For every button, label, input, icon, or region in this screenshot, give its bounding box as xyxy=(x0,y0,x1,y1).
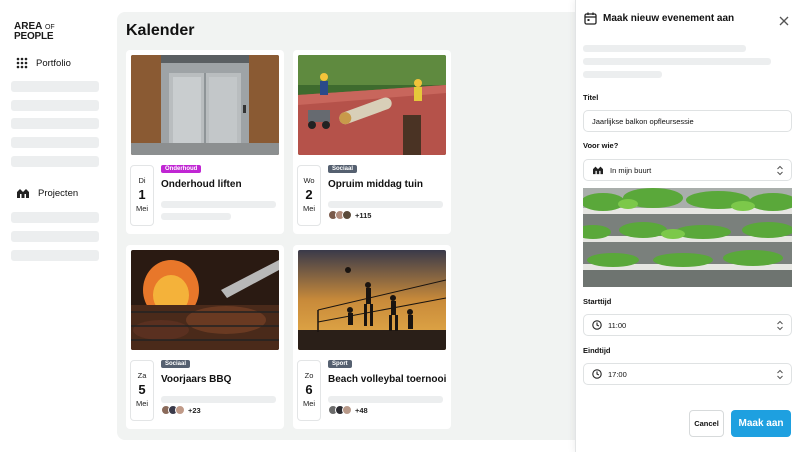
event-placeholder xyxy=(328,396,443,403)
clock-icon xyxy=(592,369,602,379)
sidebar-placeholder xyxy=(11,81,99,92)
avatar xyxy=(342,405,352,415)
attendee-avatars[interactable]: +48 xyxy=(328,405,368,415)
sidebar: AREA OF PEOPLE Portfolio Projecten xyxy=(0,0,112,452)
audience-select-value: In mijn buurt xyxy=(610,165,652,175)
logo[interactable]: AREA OF PEOPLE xyxy=(14,22,55,42)
event-card[interactable]: Za 5 Mei Sociaal Voorjaars BBQ +23 xyxy=(126,245,284,429)
panel-title: Maak nieuw evenement aan xyxy=(603,13,735,24)
page-title: Kalender xyxy=(126,22,195,39)
event-month: Mei xyxy=(302,204,316,213)
event-day: 5 xyxy=(138,382,146,397)
event-placeholder xyxy=(161,396,276,403)
title-input-value: Jaarlijkse balkon opfleursessie xyxy=(592,116,694,126)
event-date: Di 1 Mei xyxy=(130,165,154,226)
sidebar-placeholder xyxy=(11,156,99,167)
audience-select[interactable]: In mijn buurt xyxy=(583,159,792,181)
event-weekday: Zo xyxy=(304,371,314,380)
event-title: Onderhoud liften xyxy=(161,179,242,190)
category-badge: Onderhoud xyxy=(161,165,202,173)
sidebar-placeholder xyxy=(11,118,99,129)
start-time-label: Starttijd xyxy=(583,297,612,306)
event-card[interactable]: Di 1 Mei Onderhoud Onderhoud liften xyxy=(126,50,284,234)
clock-icon xyxy=(592,320,602,330)
chevron-updown-icon xyxy=(776,165,784,178)
end-time-select[interactable]: 17:00 xyxy=(583,363,792,385)
event-day: 1 xyxy=(138,187,146,202)
audience-label: Voor wie? xyxy=(583,141,619,150)
attendee-avatars[interactable]: +23 xyxy=(161,405,201,415)
event-month: Mei xyxy=(302,399,316,408)
event-placeholder xyxy=(161,213,231,220)
panel-header: Maak nieuw evenement aan xyxy=(584,12,734,25)
attendee-count: +48 xyxy=(355,405,368,415)
event-title: Beach volleybal toernooi xyxy=(328,374,447,385)
attendee-count: +23 xyxy=(188,405,201,415)
grid-icon xyxy=(16,57,28,69)
event-card[interactable]: Wo 2 Mei Sociaal Opruim middag tuin +115 xyxy=(293,50,451,234)
event-month: Mei xyxy=(135,204,149,213)
sidebar-item-label: Portfolio xyxy=(36,57,71,69)
category-badge: Sport xyxy=(328,360,352,368)
sidebar-placeholder xyxy=(11,100,99,111)
logo-of: OF xyxy=(44,24,55,31)
event-weekday: Za xyxy=(137,371,147,380)
event-weekday: Wo xyxy=(303,176,315,185)
event-day: 2 xyxy=(305,187,313,202)
create-button[interactable]: Maak aan xyxy=(731,410,791,437)
close-icon[interactable] xyxy=(778,14,790,26)
buildings-icon xyxy=(592,165,604,175)
chevron-updown-icon xyxy=(776,320,784,333)
panel-placeholder xyxy=(583,71,662,78)
create-event-panel: Maak nieuw evenement aan Titel Jaarlijks… xyxy=(575,0,800,452)
calendar-icon xyxy=(584,12,597,25)
sidebar-item-projecten[interactable]: Projecten xyxy=(16,187,78,199)
sidebar-placeholder xyxy=(11,231,99,242)
sidebar-item-portfolio[interactable]: Portfolio xyxy=(16,57,71,69)
buildings-icon xyxy=(16,187,30,199)
event-photo-beach-volleyball xyxy=(298,250,446,350)
event-date: Zo 6 Mei xyxy=(297,360,321,421)
panel-placeholder xyxy=(583,58,771,65)
category-badge: Sociaal xyxy=(161,360,191,368)
attendee-avatars[interactable]: +115 xyxy=(328,210,371,220)
event-title: Opruim middag tuin xyxy=(328,179,423,190)
event-date: Za 5 Mei xyxy=(130,360,154,421)
chevron-updown-icon xyxy=(776,369,784,382)
avatar xyxy=(342,210,352,220)
logo-line2: PEOPLE xyxy=(14,31,54,42)
event-month: Mei xyxy=(135,399,149,408)
cancel-button[interactable]: Cancel xyxy=(689,410,724,437)
event-day: 6 xyxy=(305,382,313,397)
event-photo-garden-workers xyxy=(298,55,446,155)
start-time-value: 11:00 xyxy=(608,320,627,330)
sidebar-placeholder xyxy=(11,212,99,223)
event-card[interactable]: Zo 6 Mei Sport Beach volleybal toernooi … xyxy=(293,245,451,429)
start-time-select[interactable]: 11:00 xyxy=(583,314,792,336)
panel-placeholder xyxy=(583,45,746,52)
event-photo-elevator xyxy=(131,55,279,155)
calendar-main: Kalender Di 1 Mei Onderhoud Onderhoud li… xyxy=(117,12,617,440)
title-input[interactable]: Jaarlijkse balkon opfleursessie xyxy=(583,110,792,132)
event-weekday: Di xyxy=(138,176,146,185)
event-placeholder xyxy=(161,201,276,208)
sidebar-placeholder xyxy=(11,137,99,148)
title-label: Titel xyxy=(583,93,599,102)
end-time-label: Eindtijd xyxy=(583,346,611,355)
attendee-count: +115 xyxy=(355,210,372,220)
end-time-value: 17:00 xyxy=(608,369,627,379)
event-photo-barbecue xyxy=(131,250,279,350)
category-badge: Sociaal xyxy=(328,165,358,173)
event-placeholder xyxy=(328,201,443,208)
sidebar-item-label: Projecten xyxy=(38,187,79,199)
sidebar-placeholder xyxy=(11,250,99,261)
event-title: Voorjaars BBQ xyxy=(161,374,232,385)
building-image xyxy=(583,188,792,287)
avatar xyxy=(175,405,185,415)
event-date: Wo 2 Mei xyxy=(297,165,321,226)
